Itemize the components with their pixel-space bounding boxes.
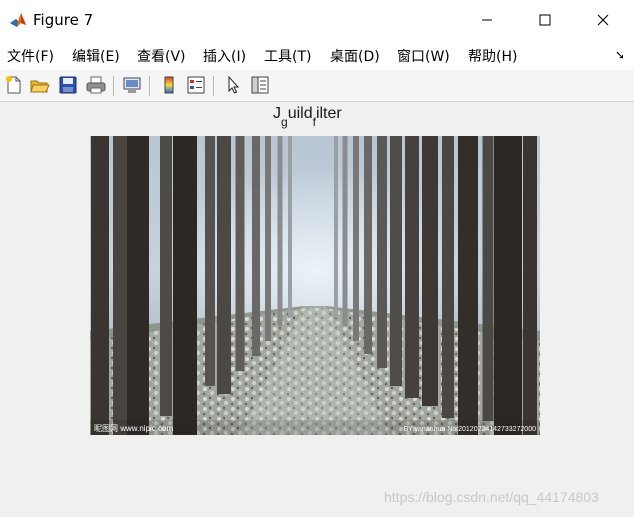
menu-view[interactable]: 查看(V) xyxy=(137,46,186,66)
minimize-button[interactable] xyxy=(458,0,516,40)
print-icon[interactable] xyxy=(85,74,107,96)
blog-watermark: https://blog.csdn.net/qq_44174803 xyxy=(384,489,599,505)
property-editor-icon[interactable] xyxy=(249,74,271,96)
maximize-button[interactable] xyxy=(516,0,574,40)
menu-window[interactable]: 窗口(W) xyxy=(397,46,450,66)
menu-file[interactable]: 文件(F) xyxy=(7,46,54,66)
image-caption-right: BY:yanaohua No:20120224142733272000 xyxy=(404,426,536,433)
image-caption-left: 昵图网 www.nipic.com xyxy=(94,424,173,433)
toolbar-separator xyxy=(213,76,214,96)
legend-icon[interactable] xyxy=(185,74,207,96)
toolbar-separator xyxy=(113,76,114,96)
menu-insert[interactable]: 插入(I) xyxy=(203,46,246,66)
menu-desktop[interactable]: 桌面(D) xyxy=(330,46,380,66)
link-plot-icon[interactable] xyxy=(121,74,143,96)
menu-edit[interactable]: 编辑(E) xyxy=(72,46,120,66)
window-title: Figure 7 xyxy=(33,11,94,29)
new-figure-icon[interactable] xyxy=(3,74,25,96)
axes-title: Jguildfilter xyxy=(273,105,342,129)
save-icon[interactable] xyxy=(57,74,79,96)
pointer-icon[interactable] xyxy=(222,74,244,96)
minimize-icon xyxy=(482,19,492,21)
menu-bar: 文件(F) 编辑(E) 查看(V) 插入(I) 工具(T) 桌面(D) 窗口(W… xyxy=(0,40,634,70)
figure-canvas[interactable]: Jguildfilter 昵图网 www.nipic.com BY:yanaoh… xyxy=(0,103,634,517)
maximize-icon xyxy=(539,14,551,26)
close-button[interactable] xyxy=(574,0,632,40)
forest-image: 昵图网 www.nipic.com BY:yanaohua No:2012022… xyxy=(90,136,540,435)
matlab-app-icon xyxy=(9,11,27,29)
toolbar xyxy=(0,70,634,102)
menu-help[interactable]: 帮助(H) xyxy=(468,46,517,66)
title-bar: Figure 7 xyxy=(0,0,634,40)
toolbar-separator xyxy=(149,76,150,96)
close-icon xyxy=(597,14,609,26)
menu-tools[interactable]: 工具(T) xyxy=(264,46,311,66)
open-folder-icon[interactable] xyxy=(29,74,51,96)
dock-arrow-icon[interactable]: ➘ xyxy=(615,48,625,62)
colorbar-icon[interactable] xyxy=(158,74,180,96)
